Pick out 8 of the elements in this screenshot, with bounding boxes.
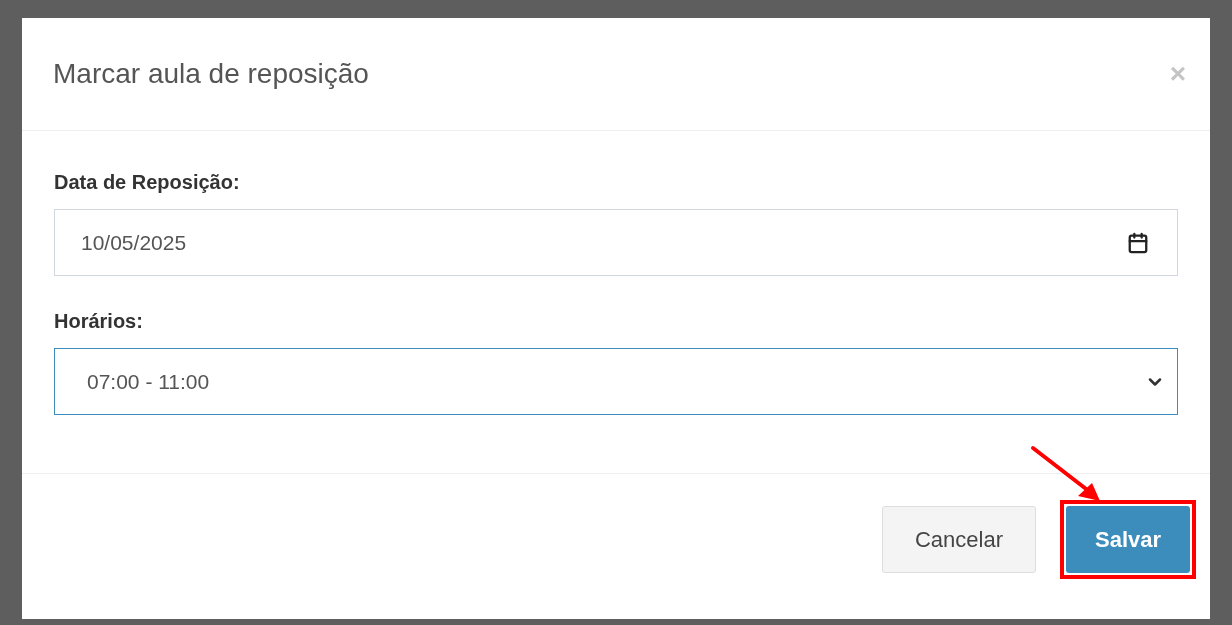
date-field[interactable]: 10/05/2025 [54,209,1178,276]
save-button[interactable]: Salvar [1066,506,1190,573]
select-field[interactable]: 07:00 - 11:00 [54,348,1178,415]
cancel-button[interactable]: Cancelar [882,506,1036,573]
calendar-icon [1127,231,1149,254]
modal-title: Marcar aula de reposição [53,57,369,91]
field-label: Data de Reposição: [54,170,241,195]
field-label: Horários: [54,309,144,334]
